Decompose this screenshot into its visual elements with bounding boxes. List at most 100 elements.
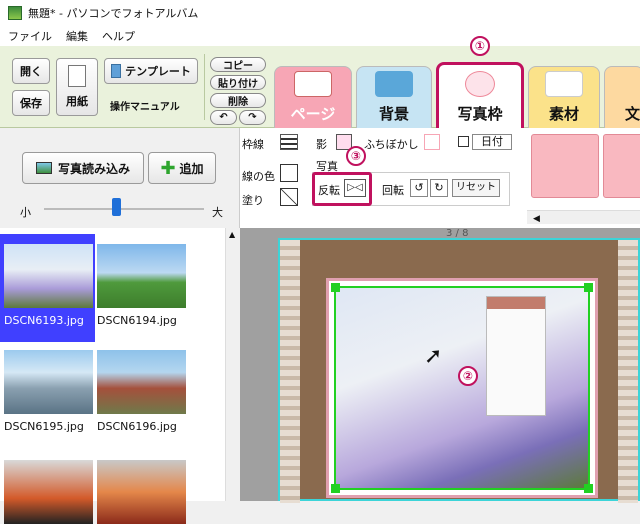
photo-list: DSCN6193.jpg DSCN6194.jpg DSCN6195.jpg D…	[0, 228, 225, 524]
sushi-plate-photo	[97, 460, 186, 524]
save-button[interactable]: 保存	[12, 90, 50, 116]
load-photos-button[interactable]: 写真読み込み	[22, 152, 144, 184]
thumbnail-caption: DSCN6196.jpg	[97, 420, 177, 433]
callout-1: ①	[470, 36, 490, 56]
size-large-label: 大	[212, 206, 223, 219]
template-icon	[111, 64, 122, 78]
cursor-icon: ➚	[424, 344, 443, 369]
frame-line-button[interactable]	[280, 134, 298, 150]
callout-3: ③	[346, 146, 366, 166]
photo-load-panel: 写真読み込み ✚ 追加 小 大	[0, 128, 240, 228]
line-color-button[interactable]	[280, 164, 298, 182]
tab-photo-frame-label: 写真枠	[457, 105, 503, 123]
tab-background-label: 背景	[378, 105, 409, 123]
city-view-photo	[4, 350, 93, 414]
redo-icon: ↷	[248, 112, 257, 123]
horizontal-scrollbar[interactable]: ◀	[527, 210, 640, 224]
menu-edit[interactable]: 編集	[66, 28, 88, 44]
material-icon	[545, 71, 583, 97]
book-icon	[294, 71, 332, 97]
tab-text-label: 文	[625, 105, 640, 123]
menu-file[interactable]: ファイル	[8, 28, 52, 44]
scroll-left-icon: ◀	[533, 214, 540, 224]
resize-handle-ne[interactable]	[584, 283, 593, 292]
resize-handle-sw[interactable]	[331, 484, 340, 493]
line-color-label: 線の色	[242, 170, 275, 183]
rotate-label: 回転	[382, 184, 404, 197]
delete-button[interactable]: 削除	[210, 93, 266, 108]
rotate-right-icon: ↻	[434, 181, 444, 194]
frame-swatch[interactable]	[531, 134, 599, 198]
date-checkbox[interactable]	[458, 136, 469, 147]
template-button[interactable]: テンプレート	[104, 58, 198, 84]
tab-background[interactable]: 背景	[356, 66, 432, 128]
blur-button[interactable]	[424, 134, 440, 150]
ribbon: 開く 保存 用紙 テンプレート 操作マニュアル コピー 貼り付け 削除 ↶ ↷ …	[0, 46, 640, 128]
clock-tower	[486, 296, 546, 416]
fill-button[interactable]	[280, 188, 298, 206]
plus-icon: ✚	[160, 157, 176, 179]
brick-building-photo	[97, 350, 186, 414]
lace-border-right	[618, 240, 638, 503]
paper-icon	[68, 65, 86, 87]
resize-handle-se[interactable]	[584, 484, 593, 493]
rotate-left-button[interactable]: ↺	[410, 179, 428, 197]
album-canvas: 3 / 8 ➚ ②	[240, 228, 640, 503]
tab-material[interactable]: 素材	[528, 66, 600, 128]
undo-icon: ↶	[219, 112, 228, 123]
tab-page[interactable]: ページ	[274, 66, 352, 128]
flip-highlight	[312, 172, 372, 206]
background-icon	[375, 71, 413, 97]
clock-tower-photo	[4, 244, 93, 308]
paste-button[interactable]: 貼り付け	[210, 75, 266, 90]
copy-button[interactable]: コピー	[210, 57, 266, 72]
frame-swatch-panel: ◀	[527, 128, 640, 228]
paper-button[interactable]: 用紙	[56, 58, 98, 116]
photo-frame-icon	[465, 71, 495, 97]
tab-photo-frame[interactable]: 写真枠	[436, 62, 524, 128]
photo-thumbnail[interactable]	[97, 460, 186, 524]
park-tower-photo	[97, 244, 186, 308]
frame-swatch[interactable]	[603, 134, 640, 198]
frame-line-label: 枠線	[242, 138, 264, 151]
window-title: 無題* - パソコンでフォトアルバム	[28, 7, 199, 20]
rotate-right-button[interactable]: ↻	[430, 179, 448, 197]
reset-button[interactable]: リセット	[452, 179, 500, 197]
manual-link[interactable]: 操作マニュアル	[110, 98, 180, 113]
size-slider-thumb[interactable]	[112, 198, 121, 216]
photo-frame[interactable]: ➚	[326, 278, 598, 498]
lace-border-left	[280, 240, 300, 503]
add-label: 追加	[179, 161, 204, 176]
size-slider-track[interactable]	[44, 208, 204, 210]
redo-button[interactable]: ↷	[239, 110, 266, 125]
add-button[interactable]: ✚ 追加	[148, 152, 216, 184]
menu-bar: ファイル 編集 ヘルプ	[0, 26, 640, 46]
photo-thumbnail-selected[interactable]: DSCN6193.jpg	[4, 244, 93, 327]
size-small-label: 小	[20, 206, 31, 219]
sushi-photo	[4, 460, 93, 524]
callout-2: ②	[458, 366, 478, 386]
photo-thumbnail[interactable]: DSCN6196.jpg	[97, 350, 186, 433]
tab-material-label: 素材	[548, 105, 579, 123]
open-button[interactable]: 開く	[12, 58, 50, 84]
album-page[interactable]: ➚ ②	[278, 238, 640, 503]
blur-label: ふちぼかし	[364, 138, 419, 151]
load-photos-label: 写真読み込み	[57, 161, 130, 176]
thumbnail-caption: DSCN6195.jpg	[4, 420, 84, 433]
menu-help[interactable]: ヘルプ	[102, 28, 135, 44]
frame-properties-panel: 枠線 影 ふちぼかし 日付 線の色 塗り 写真 反転 ▷◁ 回転 ↺ ↻ リセッ…	[240, 128, 527, 228]
photo-thumbnail[interactable]	[4, 460, 93, 524]
photo-thumbnail[interactable]: DSCN6194.jpg	[97, 244, 186, 327]
date-button[interactable]: 日付	[472, 134, 512, 150]
photo-thumbnail[interactable]: DSCN6195.jpg	[4, 350, 93, 433]
resize-handle-nw[interactable]	[331, 283, 340, 292]
tab-page-label: ページ	[290, 105, 336, 123]
tab-text[interactable]: 文	[604, 66, 640, 128]
framed-photo[interactable]: ➚	[331, 283, 593, 493]
fill-label: 塗り	[242, 194, 264, 207]
undo-button[interactable]: ↶	[210, 110, 237, 125]
template-label: テンプレート	[125, 65, 191, 78]
photo-list-scrollbar[interactable]: ▲	[225, 228, 240, 501]
shadow-label: 影	[316, 138, 327, 151]
scroll-up-icon: ▲	[229, 230, 236, 239]
